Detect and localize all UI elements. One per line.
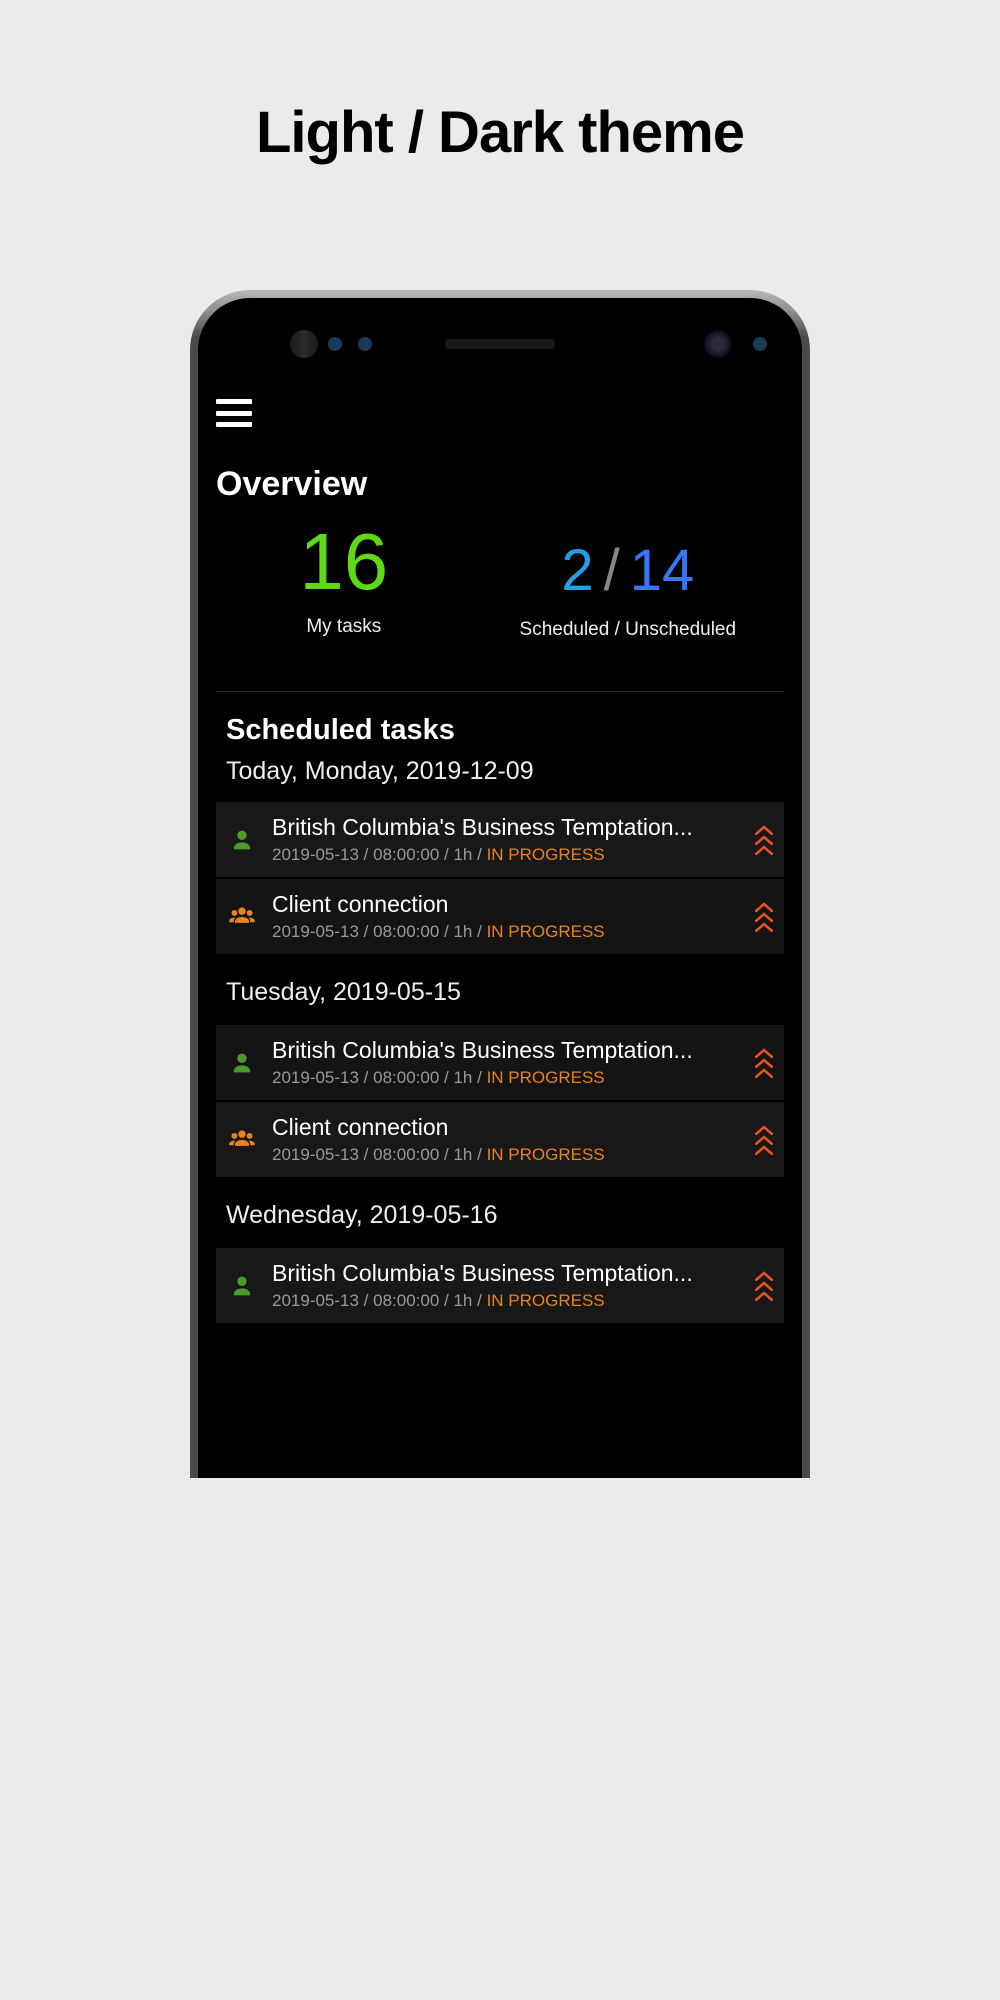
- phone-frame: Overview 16 My tasks 2 / 14 Scheduled / …: [190, 290, 810, 1478]
- my-tasks-count: 16: [216, 522, 472, 602]
- unscheduled-count: 14: [630, 538, 695, 605]
- task-body: Client connection 2019-05-13 / 08:00:00 /…: [272, 891, 740, 942]
- page-title: Light / Dark theme: [256, 95, 744, 170]
- task-body: British Columbia's Business Temptation..…: [272, 814, 740, 865]
- my-tasks-stat[interactable]: 16 My tasks: [216, 522, 472, 641]
- notch-area: [198, 316, 802, 371]
- task-body: British Columbia's Business Temptation..…: [272, 1037, 740, 1088]
- today-date: Today, Monday, 2019-12-09: [226, 757, 774, 786]
- priority-high-icon: [752, 1048, 776, 1078]
- scheduled-unscheduled-stat[interactable]: 2 / 14 Scheduled / Unscheduled: [472, 522, 784, 641]
- task-body: Client connection 2019-05-13 / 08:00:00 /…: [272, 1114, 740, 1165]
- person-icon: [224, 826, 260, 854]
- task-row[interactable]: British Columbia's Business Temptation..…: [216, 802, 784, 879]
- task-status: IN PROGRESS: [487, 1068, 605, 1087]
- priority-high-icon: [752, 825, 776, 855]
- task-status: IN PROGRESS: [487, 1291, 605, 1310]
- task-row[interactable]: Client connection 2019-05-13 / 08:00:00 /…: [216, 879, 784, 956]
- overview-heading: Overview: [216, 465, 784, 504]
- scheduled-unscheduled-label: Scheduled / Unscheduled: [472, 619, 784, 641]
- task-row[interactable]: British Columbia's Business Temptation..…: [216, 1248, 784, 1325]
- priority-high-icon: [752, 902, 776, 932]
- task-meta: 2019-05-13 / 08:00:00 / 1h / IN PROGRESS: [272, 1068, 740, 1088]
- priority-high-icon: [752, 1271, 776, 1301]
- person-icon: [224, 1272, 260, 1300]
- hamburger-menu-icon[interactable]: [216, 399, 252, 427]
- scheduled-tasks-header: Scheduled tasks Today, Monday, 2019-12-0…: [216, 692, 784, 802]
- scheduled-tasks-title: Scheduled tasks: [226, 714, 774, 747]
- task-meta: 2019-05-13 / 08:00:00 / 1h / IN PROGRESS: [272, 1291, 740, 1311]
- task-title: British Columbia's Business Temptation..…: [272, 814, 740, 841]
- task-row[interactable]: Client connection 2019-05-13 / 08:00:00 /…: [216, 1102, 784, 1179]
- task-list: British Columbia's Business Temptation..…: [216, 802, 784, 1325]
- priority-high-icon: [752, 1125, 776, 1155]
- task-title: Client connection: [272, 891, 740, 918]
- task-row[interactable]: British Columbia's Business Temptation..…: [216, 1025, 784, 1102]
- task-meta: 2019-05-13 / 08:00:00 / 1h / IN PROGRESS: [272, 922, 740, 942]
- date-header: Tuesday, 2019-05-15: [216, 956, 784, 1025]
- task-body: British Columbia's Business Temptation..…: [272, 1260, 740, 1311]
- task-title: British Columbia's Business Temptation..…: [272, 1037, 740, 1064]
- task-status: IN PROGRESS: [487, 1145, 605, 1164]
- task-title: British Columbia's Business Temptation..…: [272, 1260, 740, 1287]
- task-status: IN PROGRESS: [487, 922, 605, 941]
- my-tasks-label: My tasks: [216, 616, 472, 638]
- group-icon: [224, 903, 260, 931]
- task-status: IN PROGRESS: [487, 845, 605, 864]
- task-meta: 2019-05-13 / 08:00:00 / 1h / IN PROGRESS: [272, 845, 740, 865]
- scheduled-count: 2: [561, 538, 593, 605]
- count-separator: /: [604, 538, 620, 605]
- group-icon: [224, 1126, 260, 1154]
- task-meta: 2019-05-13 / 08:00:00 / 1h / IN PROGRESS: [272, 1145, 740, 1165]
- person-icon: [224, 1049, 260, 1077]
- date-header: Wednesday, 2019-05-16: [216, 1179, 784, 1248]
- phone-screen: Overview 16 My tasks 2 / 14 Scheduled / …: [198, 298, 802, 1478]
- task-title: Client connection: [272, 1114, 740, 1141]
- stats-row: 16 My tasks 2 / 14 Scheduled / Unschedul…: [216, 522, 784, 641]
